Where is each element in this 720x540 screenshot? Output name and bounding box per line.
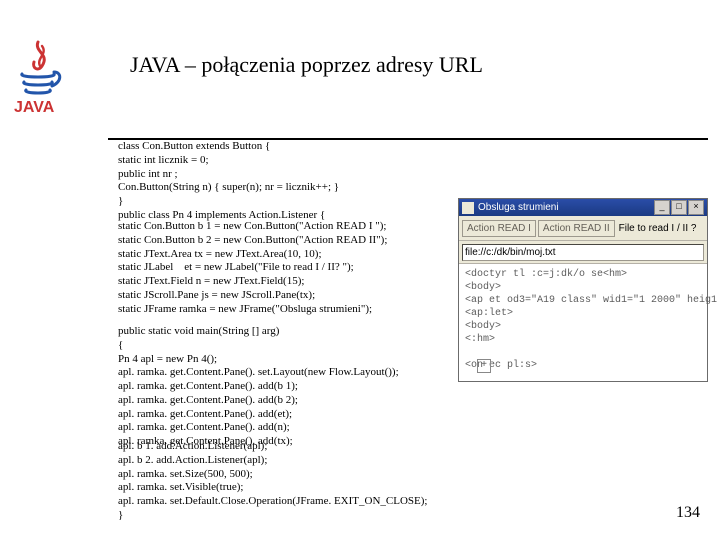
window-title: Obsluga strumieni [478, 202, 559, 213]
maximize-button[interactable]: □ [671, 200, 687, 215]
slide-number: 134 [676, 504, 700, 522]
window-icon [462, 202, 474, 214]
svg-text:JAVA: JAVA [14, 99, 55, 116]
code-block-3: public static void main(String [] arg) {… [118, 325, 399, 449]
app-window: Obsluga strumieni _ □ × Action READ I Ac… [458, 198, 708, 382]
close-button[interactable]: × [688, 200, 704, 215]
file-path-value: file://c:/dk/bin/moj.txt [465, 247, 556, 258]
slide-title: JAVA – połączenia poprzez adresy URL [130, 52, 483, 78]
code-block-1: class Con.Button extends Button { static… [118, 140, 339, 223]
java-logo: JAVA [8, 38, 68, 118]
file-path-input[interactable]: file://c:/dk/bin/moj.txt [462, 244, 704, 261]
text-area[interactable]: <doctyr tl :c=j:dk/o se<hm> <body> <ap e… [459, 264, 707, 376]
toolbar-row-1: Action READ I Action READ II File to rea… [459, 216, 707, 241]
action-read-2-button[interactable]: Action READ II [538, 220, 615, 237]
code-block-2: static Con.Button b 1 = new Con.Button("… [118, 220, 387, 316]
file-label: File to read I / II ? [617, 223, 699, 234]
toolbar-row-2: file://c:/dk/bin/moj.txt [459, 241, 707, 264]
minimize-button[interactable]: _ [654, 200, 670, 215]
plus-icon: + [477, 359, 491, 373]
window-titlebar: Obsluga strumieni _ □ × [459, 199, 707, 216]
action-read-1-button[interactable]: Action READ I [462, 220, 536, 237]
code-block-4: apl. b 1. add.Action.Listener(apl); apl.… [118, 440, 427, 523]
